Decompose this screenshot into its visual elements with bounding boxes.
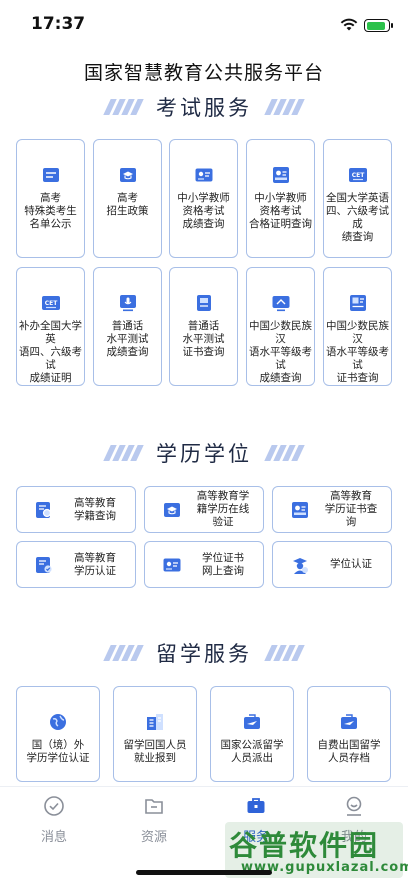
degree-card[interactable]: 学位认证 bbox=[272, 541, 392, 588]
decor-stripes-left bbox=[103, 99, 144, 115]
battery-icon bbox=[364, 19, 393, 32]
plane-card-icon bbox=[241, 711, 263, 733]
abroad-card[interactable]: 自费出国留学 人员存档 bbox=[307, 686, 391, 782]
id-card-icon bbox=[161, 554, 183, 576]
exam-card[interactable]: CET 补办全国大学英 语四、六级考试 成绩证明 bbox=[16, 267, 85, 386]
briefcase-icon bbox=[245, 795, 267, 821]
card-label: 高等教育 学历证书查 询 bbox=[324, 490, 378, 528]
id-card-icon bbox=[193, 164, 215, 186]
book-icon bbox=[193, 292, 215, 314]
monitor-icon bbox=[270, 292, 292, 314]
user-icon bbox=[343, 795, 365, 821]
svg-text:CET: CET bbox=[351, 172, 365, 179]
card-label: 全国大学英语 四、六级考试成 绩查询 bbox=[326, 192, 389, 243]
card-label: 高等教育 学历认证 bbox=[74, 551, 116, 577]
search-doc-icon bbox=[33, 499, 55, 521]
card-label: 中小学教师 资格考试 成绩查询 bbox=[177, 192, 230, 230]
card-label: 高等教育 学籍查询 bbox=[74, 496, 116, 522]
card-label: 补办全国大学英 语四、六级考试 成绩证明 bbox=[19, 320, 82, 384]
decor-stripes-right bbox=[264, 645, 305, 661]
card-label: 高等教育学 籍学历在线 验证 bbox=[196, 490, 250, 528]
section-title: 考试服务 bbox=[146, 92, 262, 122]
watermark-text: 谷普软件园 bbox=[229, 829, 380, 862]
certificate-icon bbox=[270, 164, 292, 186]
plane-card-icon bbox=[338, 711, 360, 733]
card-label: 国（境）外 学历学位认证 bbox=[26, 739, 90, 764]
card-label: 学位证书 网上查询 bbox=[202, 551, 244, 577]
cet-icon: CET bbox=[347, 164, 369, 186]
exam-card[interactable]: 普通话 水平测试 成绩查询 bbox=[93, 267, 162, 386]
card-label: 普通话 水平测试 证书查询 bbox=[182, 320, 225, 358]
building-icon bbox=[144, 711, 166, 733]
exam-card[interactable]: 中小学教师 资格考试 成绩查询 bbox=[169, 139, 238, 258]
mortarboard-icon bbox=[117, 164, 139, 186]
exam-card[interactable]: 高考 特殊类考生 名单公示 bbox=[16, 139, 85, 258]
decor-stripes-left bbox=[103, 445, 144, 461]
exam-card[interactable]: 中国少数民族汉 语水平等级考试 证书查询 bbox=[323, 267, 392, 386]
degree-card[interactable]: 高等教育学 籍学历在线 验证 bbox=[144, 486, 264, 533]
exam-card[interactable]: 中国少数民族汉 语水平等级考试 成绩查询 bbox=[246, 267, 315, 386]
home-indicator bbox=[136, 870, 272, 875]
cet-icon: CET bbox=[40, 292, 62, 314]
section-title: 留学服务 bbox=[146, 638, 262, 668]
section-header-exam: 考试服务 bbox=[0, 92, 408, 122]
card-label: 中国少数民族汉 语水平等级考试 成绩查询 bbox=[249, 320, 312, 384]
tab-messages[interactable]: 消息 bbox=[24, 795, 84, 845]
card-label: 高考 招生政策 bbox=[106, 192, 149, 217]
card-label: 中小学教师 资格考试 合格证明查询 bbox=[249, 192, 312, 230]
card-label: 学位认证 bbox=[330, 558, 372, 570]
abroad-card[interactable]: 国（境）外 学历学位认证 bbox=[16, 686, 100, 782]
tab-label: 消息 bbox=[40, 830, 67, 845]
abroad-card[interactable]: 国家公派留学 人员派出 bbox=[210, 686, 294, 782]
image-card-icon bbox=[347, 292, 369, 314]
status-time: 17:37 bbox=[31, 14, 86, 34]
section-header-degree: 学历学位 bbox=[0, 438, 408, 468]
list-icon bbox=[40, 164, 62, 186]
card-label: 中国少数民族汉 语水平等级考试 证书查询 bbox=[326, 320, 389, 384]
degree-card[interactable]: 高等教育 学历证书查 询 bbox=[272, 486, 392, 533]
microphone-icon bbox=[117, 292, 139, 314]
decor-stripes-right bbox=[264, 445, 305, 461]
mortarboard-icon bbox=[161, 499, 183, 521]
card-label: 自费出国留学 人员存档 bbox=[317, 739, 381, 764]
card-label: 高考 特殊类考生 名单公示 bbox=[24, 192, 77, 230]
decor-stripes-left bbox=[103, 645, 144, 661]
exam-card[interactable]: 高考 招生政策 bbox=[93, 139, 162, 258]
section-header-abroad: 留学服务 bbox=[0, 638, 408, 668]
verify-doc-icon bbox=[33, 554, 55, 576]
degree-card[interactable]: 高等教育 学籍查询 bbox=[16, 486, 136, 533]
page-title: 国家智慧教育公共服务平台 bbox=[83, 62, 324, 84]
svg-text:CET: CET bbox=[44, 300, 58, 307]
card-label: 留学回国人员 就业报到 bbox=[123, 739, 187, 764]
abroad-card[interactable]: 留学回国人员 就业报到 bbox=[113, 686, 197, 782]
tab-label: 资源 bbox=[140, 830, 167, 845]
message-check-icon bbox=[43, 795, 65, 821]
status-bar: 17:37 bbox=[0, 0, 408, 46]
section-title: 学历学位 bbox=[146, 438, 262, 468]
card-label: 普通话 水平测试 成绩查询 bbox=[106, 320, 149, 358]
degree-card[interactable]: 高等教育 学历认证 bbox=[16, 541, 136, 588]
decor-stripes-right bbox=[264, 99, 305, 115]
tab-resources[interactable]: 资源 bbox=[124, 795, 184, 845]
exam-card[interactable]: CET 全国大学英语 四、六级考试成 绩查询 bbox=[323, 139, 392, 258]
card-label: 国家公派留学 人员派出 bbox=[220, 739, 284, 764]
degree-card[interactable]: 学位证书 网上查询 bbox=[144, 541, 264, 588]
graduate-icon bbox=[289, 554, 311, 576]
exam-card[interactable]: 普通话 水平测试 证书查询 bbox=[169, 267, 238, 386]
battery-level bbox=[366, 21, 386, 30]
globe-icon bbox=[47, 711, 69, 733]
status-icons bbox=[340, 16, 393, 35]
wifi-icon bbox=[340, 16, 358, 35]
certificate-icon bbox=[289, 499, 311, 521]
folder-icon bbox=[143, 795, 165, 821]
exam-card[interactable]: 中小学教师 资格考试 合格证明查询 bbox=[246, 139, 315, 258]
